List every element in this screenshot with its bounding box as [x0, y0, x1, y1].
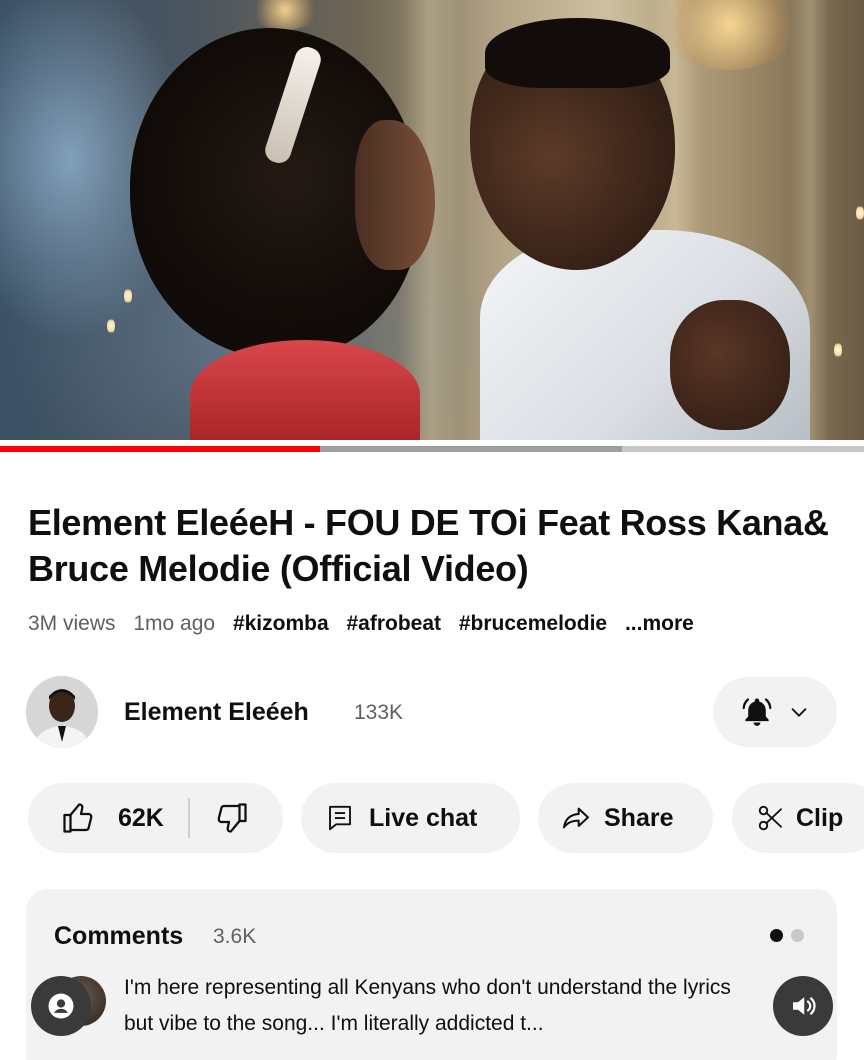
progress-bar[interactable]: [0, 446, 864, 452]
candle-light: [834, 342, 842, 358]
subscriber-count: 133K: [354, 701, 404, 724]
comments-count: 3.6K: [213, 925, 257, 948]
more-link[interactable]: ...more: [625, 612, 694, 635]
candle-light: [124, 288, 132, 304]
like-button[interactable]: 62K: [28, 800, 164, 836]
speaker-icon: [793, 997, 816, 1015]
live-chat-label: Live chat: [369, 803, 478, 832]
like-dislike-group: 62K: [28, 783, 283, 853]
chandelier: [250, 0, 320, 30]
hashtag-afrobeat[interactable]: #afrobeat: [347, 612, 442, 635]
thumbs-up-icon: [63, 803, 93, 833]
like-count: 62K: [118, 803, 164, 832]
notification-bell-button[interactable]: [713, 677, 837, 747]
share-icon: [563, 807, 589, 829]
live-chat-icon: [329, 805, 351, 831]
video-player[interactable]: [0, 0, 864, 440]
comments-pager[interactable]: [770, 929, 804, 942]
account-button[interactable]: [31, 976, 91, 1036]
hand-on-shoulder: [670, 300, 790, 430]
candle-light: [856, 205, 864, 221]
channel-name[interactable]: Element Eleéeh: [124, 696, 309, 728]
bell-icon: [742, 698, 772, 726]
scissors-icon: [758, 805, 782, 831]
hashtag-kizomba[interactable]: #kizomba: [233, 612, 329, 635]
live-chat-button[interactable]: Live chat: [301, 783, 520, 853]
top-comment-text: I'm here representing all Kenyans who do…: [124, 976, 731, 1035]
progress-played: [0, 446, 320, 452]
hashtag-brucemelodie[interactable]: #brucemelodie: [459, 612, 607, 635]
account-icon: [48, 993, 74, 1019]
upload-age: 1mo ago: [133, 612, 216, 635]
channel-avatar[interactable]: [26, 676, 98, 748]
candle-light: [107, 318, 115, 334]
share-button[interactable]: Share: [538, 783, 713, 853]
pager-dot-active[interactable]: [770, 929, 783, 942]
man-hair: [485, 18, 670, 88]
mute-toggle-button[interactable]: [773, 976, 833, 1036]
clip-label: Clip: [796, 803, 844, 832]
share-label: Share: [604, 803, 674, 832]
thumbs-down-icon: [217, 803, 247, 833]
clip-button[interactable]: Clip: [732, 783, 864, 853]
red-dress: [190, 340, 420, 440]
video-metadata[interactable]: 3M views 1mo ago #kizomba #afrobeat #bru…: [28, 610, 706, 638]
view-count: 3M views: [28, 612, 116, 635]
comments-heading: Comments: [54, 922, 184, 950]
video-title[interactable]: Element EleéeH - FOU DE TOi Feat Ross Ka…: [28, 500, 838, 592]
pager-dot[interactable]: [791, 929, 804, 942]
dislike-button[interactable]: [214, 800, 250, 836]
comments-section[interactable]: Comments 3.6K I'm here representing all …: [26, 889, 837, 1060]
chevron-down-icon: [791, 708, 807, 717]
avatar-portrait: [26, 676, 98, 748]
like-dislike-divider: [187, 798, 190, 838]
